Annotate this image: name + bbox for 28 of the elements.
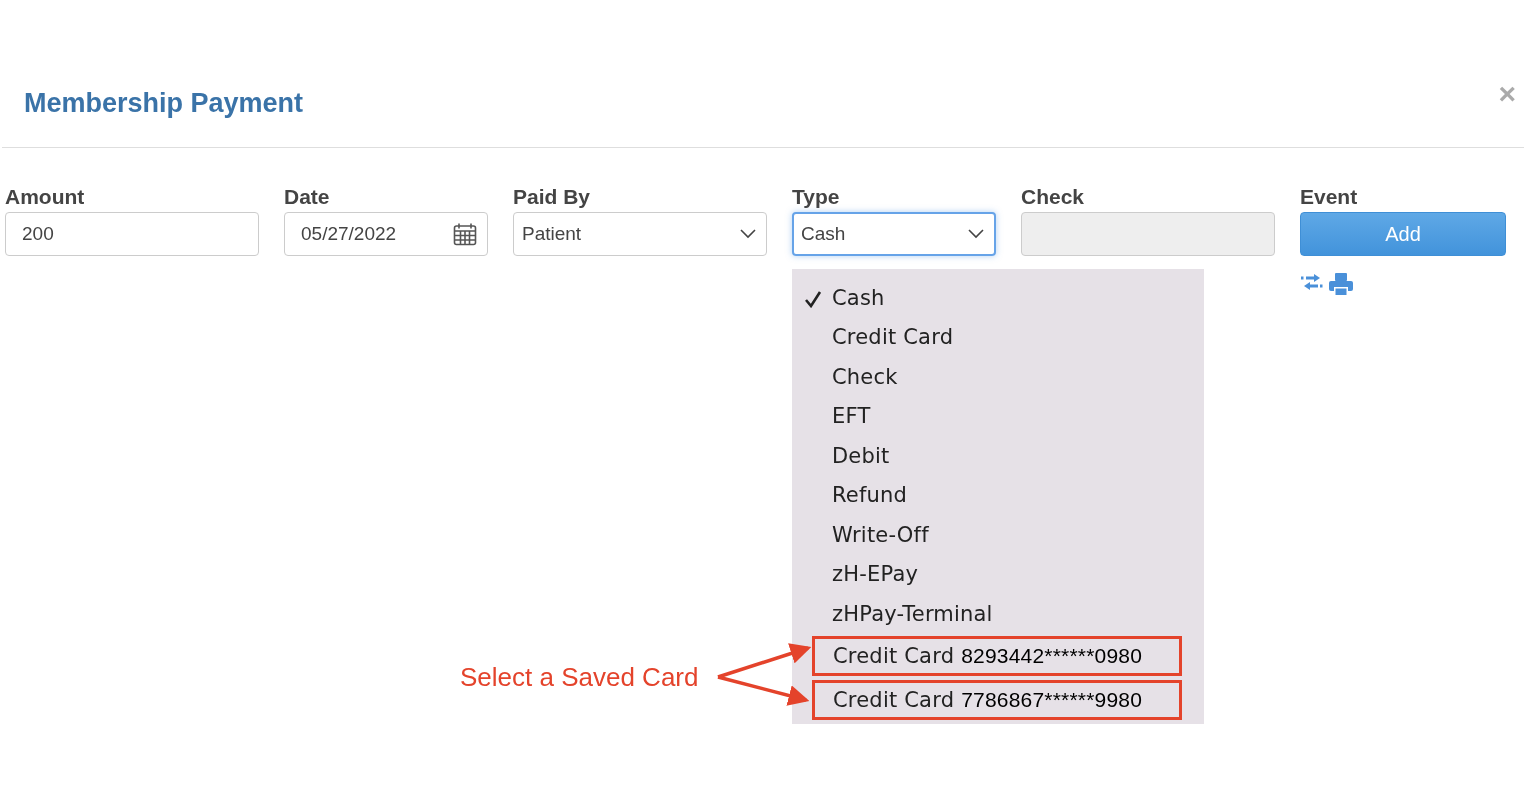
field-label: Event (1300, 184, 1359, 210)
menu-item[interactable]: Debit (792, 436, 1204, 476)
chevron-down-icon (740, 229, 756, 239)
annotation-text: Select a Saved Card (460, 662, 699, 693)
calendar-icon[interactable] (453, 222, 477, 246)
select-field[interactable]: Patient (513, 212, 767, 256)
menu-item[interactable]: Credit Card (792, 317, 1204, 357)
menu-item[interactable]: Credit Card 7786867******9980 (812, 679, 1182, 720)
menu-item[interactable]: Cash (792, 278, 1204, 318)
chevron-down-icon (968, 229, 984, 239)
menu-item[interactable]: Refund (792, 475, 1204, 515)
select-field[interactable]: Cash (792, 212, 996, 256)
swap-arrows-icon[interactable] (1300, 272, 1324, 292)
dialog-title: Membership Payment (24, 88, 304, 119)
date-field[interactable]: 05/27/2022 (284, 212, 488, 256)
input-field[interactable]: 200 (5, 212, 259, 256)
printer-icon[interactable] (1328, 272, 1354, 296)
menu-item[interactable]: zHPay-Terminal (792, 594, 1204, 634)
menu-item[interactable]: zH-EPay (792, 554, 1204, 594)
field-label: Check (1021, 184, 1086, 210)
menu-item[interactable]: Check (792, 357, 1204, 397)
field-label: Amount (5, 184, 86, 210)
menu-item[interactable]: Credit Card 8293442******0980 (812, 635, 1182, 676)
field-label: Paid By (513, 184, 592, 210)
menu-item[interactable]: Write-Off (792, 515, 1204, 555)
menu-item[interactable]: EFT (792, 396, 1204, 436)
field-label: Type (792, 184, 841, 210)
field-label: Date (284, 184, 331, 210)
